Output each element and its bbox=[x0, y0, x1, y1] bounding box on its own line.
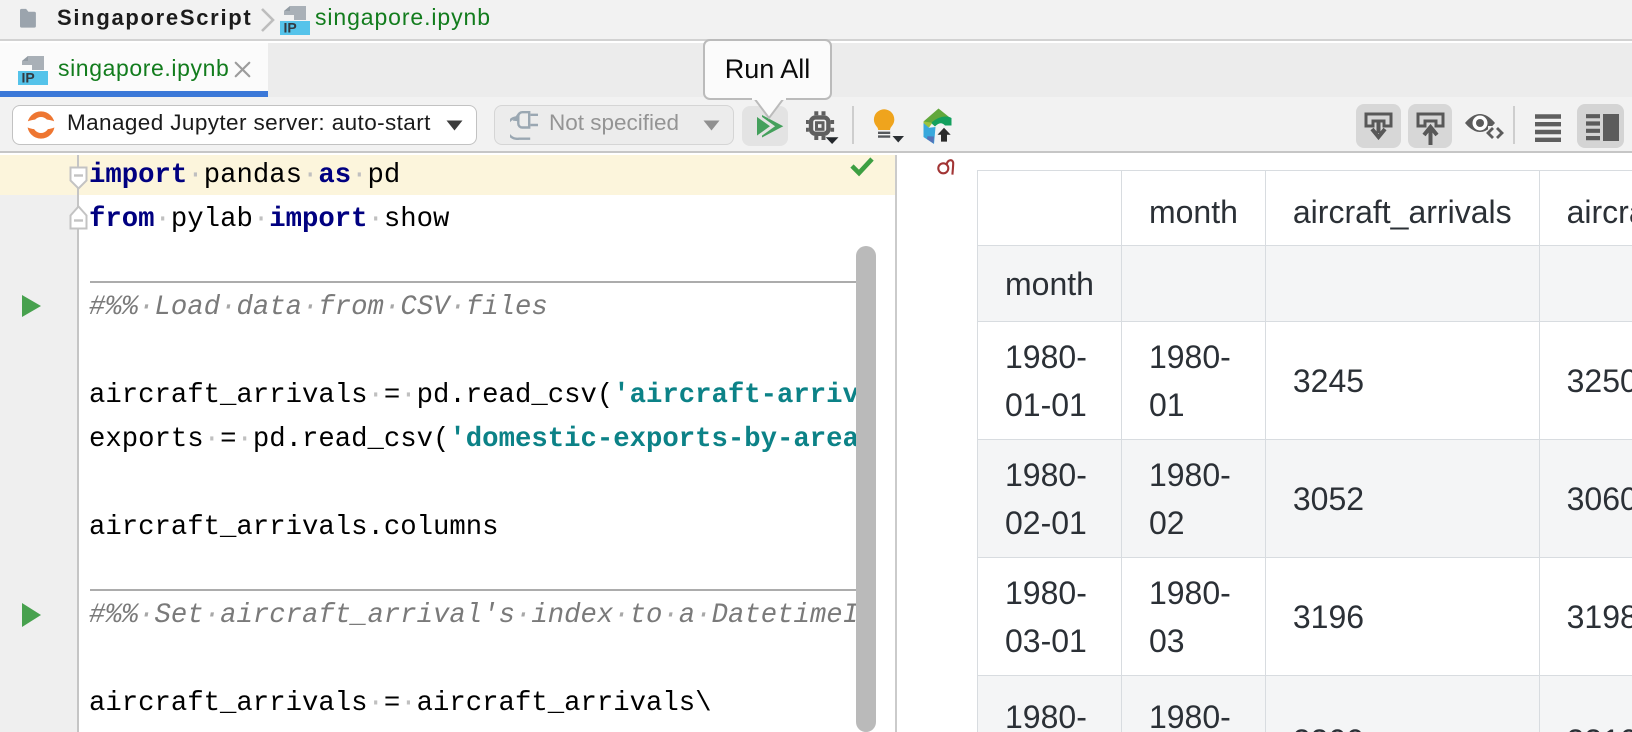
svg-text:IP: IP bbox=[22, 70, 35, 86]
svg-text:IP: IP bbox=[284, 20, 297, 36]
